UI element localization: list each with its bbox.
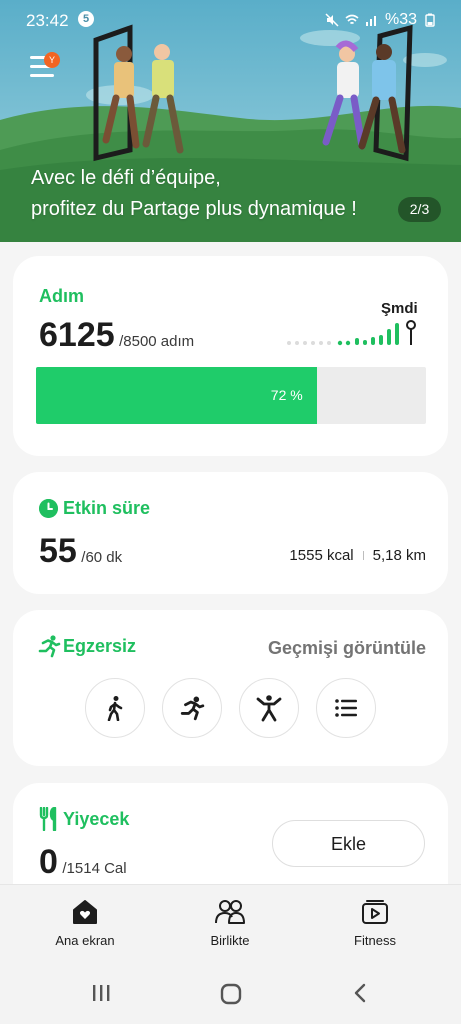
nav-label-home: Ana ekran — [55, 933, 115, 948]
banner-headline: Avec le défi d’équipe, profitez du Parta… — [31, 163, 357, 225]
nav-label-fitness: Fitness — [354, 933, 396, 948]
status-time: 23:42 — [26, 11, 69, 30]
active-time-title: Etkin süre — [63, 498, 151, 518]
food-title: Yiyecek — [63, 809, 130, 829]
exercise-title: Egzersiz — [63, 636, 137, 656]
menu-icon-line — [30, 74, 54, 77]
bottom-navigation: Ana ekran Birlikte Fitness — [0, 884, 461, 964]
walking-button[interactable] — [85, 678, 145, 738]
running-button[interactable] — [162, 678, 222, 738]
battery-level: %33 — [384, 11, 417, 28]
status-bar: 23:42 5 %33 — [0, 0, 461, 40]
exercise-list-button[interactable] — [316, 678, 376, 738]
steps-count: 6125 — [39, 316, 115, 354]
running-icon — [38, 635, 61, 658]
nav-item-fitness[interactable]: Fitness — [315, 899, 435, 948]
mute-icon — [325, 13, 339, 27]
signal-icon — [365, 16, 376, 26]
back-icon[interactable] — [350, 982, 370, 1004]
steps-title: Adım — [39, 286, 84, 306]
steps-goal: /8500 adım — [119, 333, 195, 350]
walking-icon — [107, 696, 123, 721]
banner-line-1: Avec le défi d’équipe, — [31, 167, 221, 189]
active-goal: /60 dk — [81, 549, 123, 566]
home-button-icon[interactable] — [219, 982, 243, 1006]
system-navigation-bar — [0, 964, 461, 1024]
banner-line-2: profitez du Partage plus dynamique ! — [31, 198, 357, 220]
notification-count-badge: 5 — [78, 11, 94, 27]
banner-page-indicator: 2/3 — [398, 197, 441, 222]
hourly-steps-chart — [287, 320, 416, 346]
running-icon — [180, 696, 205, 721]
food-goal: /1514 Cal — [62, 860, 127, 877]
distance-value: 5,18 km — [372, 547, 426, 564]
recent-apps-icon[interactable] — [90, 982, 112, 1004]
home-heart-icon — [73, 900, 97, 924]
add-food-button[interactable]: Ekle — [272, 820, 425, 867]
fork-knife-icon — [39, 807, 57, 831]
steps-progress-bar: 72 % — [36, 367, 426, 424]
active-time-value-row: 55 /60 dk — [39, 532, 122, 571]
battery-icon — [425, 13, 435, 27]
status-icons: %33 — [325, 11, 437, 29]
nav-item-home[interactable]: Ana ekran — [25, 899, 145, 948]
stats-divider — [362, 551, 364, 560]
exercise-card[interactable]: Egzersiz Geçmişi görüntüle — [13, 610, 448, 766]
food-calories: 0 — [39, 843, 58, 881]
steps-card[interactable]: Adım 6125 /8500 adım Şmdi 72 % — [13, 256, 448, 456]
clock-icon — [39, 499, 58, 518]
workout-icon — [256, 695, 282, 722]
food-value-row: 0 /1514 Cal — [39, 843, 127, 882]
active-time-card[interactable]: Etkin süre 55 /60 dk 1555 kcal 5,18 km — [13, 472, 448, 594]
active-stats: 1555 kcal 5,18 km — [289, 547, 426, 564]
workout-button[interactable] — [239, 678, 299, 738]
people-icon — [215, 900, 245, 924]
steps-progress-label: 72 % — [270, 387, 303, 403]
calories-value: 1555 kcal — [289, 547, 354, 564]
steps-value-row: 6125 /8500 adım — [39, 316, 194, 355]
nav-item-together[interactable]: Birlikte — [170, 899, 290, 948]
active-minutes: 55 — [39, 532, 77, 570]
wifi-icon — [345, 14, 359, 25]
fitness-video-icon — [362, 900, 388, 924]
nav-label-together: Birlikte — [210, 933, 250, 948]
promo-banner[interactable]: 23:42 5 %33 Y Avec le défi d’équipe, pro… — [0, 0, 461, 242]
view-history-link[interactable]: Geçmişi görüntüle — [268, 638, 426, 659]
menu-notification-badge: Y — [44, 52, 60, 68]
list-icon — [335, 699, 357, 717]
